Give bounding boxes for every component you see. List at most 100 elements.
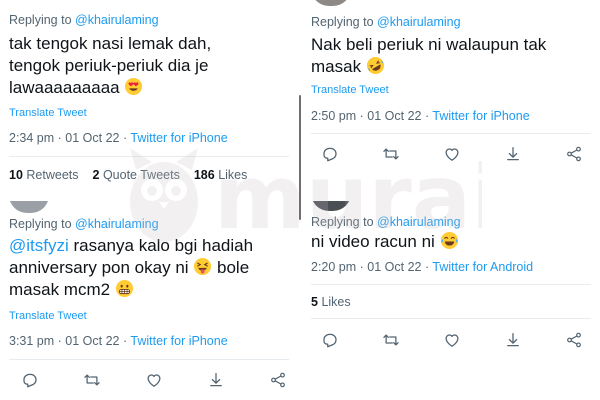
- tweet-text-line: masak: [311, 56, 546, 78]
- tweet-text-fragment: masak mcm2: [9, 280, 111, 299]
- share-icon: [565, 145, 583, 163]
- tweet-source-link[interactable]: Twitter for Android: [432, 260, 533, 274]
- quote-tweets-stat[interactable]: 2 Quote Tweets: [93, 168, 180, 182]
- tweet-khairulaming-reply-4: Replying to @khairulaming ni video racun…: [302, 201, 600, 400]
- bookmark-button[interactable]: [502, 143, 524, 165]
- tweet-source-link[interactable]: Twitter for iPhone: [432, 109, 529, 123]
- rofl-emoji-icon: [366, 56, 385, 75]
- share-button[interactable]: [267, 369, 289, 391]
- reply-button[interactable]: [319, 329, 341, 351]
- replying-to-line: Replying to @khairulaming: [311, 215, 461, 229]
- tweet-detail-khairulaming-reply-1: Replying to @khairulaming tak tengok nas…: [0, 0, 298, 199]
- replying-to-handle-link[interactable]: @khairulaming: [377, 15, 461, 29]
- like-icon: [443, 145, 461, 163]
- tweet-text-fragment: masak: [311, 57, 362, 76]
- replying-to-label: Replying to: [9, 13, 76, 27]
- replying-to-label: Replying to: [9, 217, 76, 231]
- likes-count: 186: [193, 168, 215, 182]
- retweet-icon: [382, 145, 400, 163]
- grimacing-emoji-icon: [115, 279, 134, 298]
- retweets-label: Retweets: [26, 168, 79, 182]
- bookmark-button[interactable]: [205, 369, 227, 391]
- tweet-text-fragment: rasanya kalo bgi hadiah: [68, 236, 254, 255]
- heart-eyes-emoji-icon: [124, 77, 143, 96]
- share-icon: [565, 331, 583, 349]
- avatar[interactable]: [311, 201, 351, 211]
- tweet-meta: 3:31 pm · 01 Oct 22 · Twitter for iPhone: [9, 334, 228, 348]
- tweet-stats: 10 Retweets 2 Quote Tweets 186 Likes: [9, 168, 247, 182]
- replying-to-handle-link[interactable]: @khairulaming: [75, 13, 159, 27]
- replying-to-line: Replying to @khairulaming: [311, 15, 461, 29]
- tweet-text-fragment: anniversary pon okay ni: [9, 258, 189, 277]
- tweet-source-link[interactable]: Twitter for iPhone: [130, 131, 227, 145]
- replying-to-handle-link[interactable]: @khairulaming: [377, 215, 461, 229]
- quote-tweets-count: 2: [92, 168, 100, 182]
- tweet-timestamp[interactable]: 2:50 pm · 01 Oct 22: [311, 109, 421, 123]
- tongue-out-emoji-icon: [193, 257, 212, 276]
- tweet-timestamp[interactable]: 2:20 pm · 01 Oct 22: [311, 260, 421, 274]
- tweet-source-link[interactable]: Twitter for iPhone: [130, 334, 227, 348]
- like-button[interactable]: [143, 369, 165, 391]
- reply-button[interactable]: [19, 369, 41, 391]
- like-button[interactable]: [441, 143, 463, 165]
- likes-stat[interactable]: 186 Likes: [194, 168, 248, 182]
- replying-to-label: Replying to: [311, 15, 378, 29]
- tweet-text-line: ni video racun ni: [311, 231, 459, 253]
- tweet-khairulaming-reply-3: Replying to @khairulaming Nak beli periu…: [302, 0, 600, 199]
- reply-button[interactable]: [319, 143, 341, 165]
- bookmark-icon: [504, 145, 522, 163]
- translate-tweet-link[interactable]: Translate Tweet: [9, 310, 87, 322]
- likes-label: Likes: [321, 295, 351, 309]
- like-icon: [145, 371, 163, 389]
- tweet-text-line: tengok periuk-periuk dia je: [9, 56, 209, 75]
- retweet-icon: [382, 331, 400, 349]
- tweet-text-line: anniversary pon okay ni bole: [9, 257, 253, 279]
- tweet-text: tak tengok nasi lemak dah, tengok periuk…: [9, 33, 211, 99]
- tweet-khairulaming-reply-2: Replying to @khairulaming @itsfyzi rasan…: [0, 201, 298, 400]
- retweet-icon: [83, 371, 101, 389]
- reply-icon: [321, 331, 339, 349]
- divider: [9, 359, 289, 360]
- tweet-text: ni video racun ni: [311, 231, 459, 253]
- tweet-text-fragment: ni video racun ni: [311, 232, 435, 251]
- divider: [311, 284, 591, 285]
- tweet-meta: 2:34 pm · 01 Oct 22 · Twitter for iPhone: [9, 131, 228, 145]
- tweet-text: @itsfyzi rasanya kalo bgi hadiah anniver…: [9, 235, 253, 301]
- replying-to-label: Replying to: [311, 215, 378, 229]
- share-button[interactable]: [563, 329, 585, 351]
- divider: [311, 133, 591, 134]
- translate-tweet-link[interactable]: Translate Tweet: [9, 107, 87, 119]
- tweet-text-line: tak tengok nasi lemak dah,: [9, 34, 212, 53]
- tweet-timestamp[interactable]: 2:34 pm · 01 Oct 22: [9, 131, 119, 145]
- replying-to-handle-link[interactable]: @khairulaming: [75, 217, 159, 231]
- reply-icon: [321, 145, 339, 163]
- tweet-text-line: Nak beli periuk ni walaupun tak: [311, 35, 547, 54]
- tweet-actions: [319, 143, 585, 165]
- mention-link[interactable]: @itsfyzi: [9, 236, 69, 255]
- avatar[interactable]: [311, 0, 351, 6]
- avatar[interactable]: [9, 201, 49, 213]
- tweet-actions: [19, 369, 289, 391]
- bookmark-button[interactable]: [502, 329, 524, 351]
- tears-of-joy-emoji-icon: [440, 231, 459, 250]
- share-button[interactable]: [563, 143, 585, 165]
- like-button[interactable]: [441, 329, 463, 351]
- retweet-button[interactable]: [380, 329, 402, 351]
- share-icon: [269, 371, 287, 389]
- quote-tweets-label: Quote Tweets: [102, 168, 180, 182]
- tweet-timestamp[interactable]: 3:31 pm · 01 Oct 22: [9, 334, 119, 348]
- scrollbar-thumb[interactable]: [299, 95, 301, 220]
- like-icon: [443, 331, 461, 349]
- bookmark-icon: [207, 371, 225, 389]
- likes-count: 5: [311, 295, 318, 309]
- tweet-text: Nak beli periuk ni walaupun tak masak: [311, 34, 546, 78]
- retweets-stat[interactable]: 10 Retweets: [9, 168, 79, 182]
- retweet-button[interactable]: [81, 369, 103, 391]
- panel-divider-vertical: [298, 0, 302, 400]
- divider: [311, 318, 591, 319]
- retweet-button[interactable]: [380, 143, 402, 165]
- bookmark-icon: [504, 331, 522, 349]
- likes-stat[interactable]: 5 Likes: [311, 295, 351, 309]
- translate-tweet-link[interactable]: Translate Tweet: [311, 84, 389, 96]
- likes-label: Likes: [218, 168, 248, 182]
